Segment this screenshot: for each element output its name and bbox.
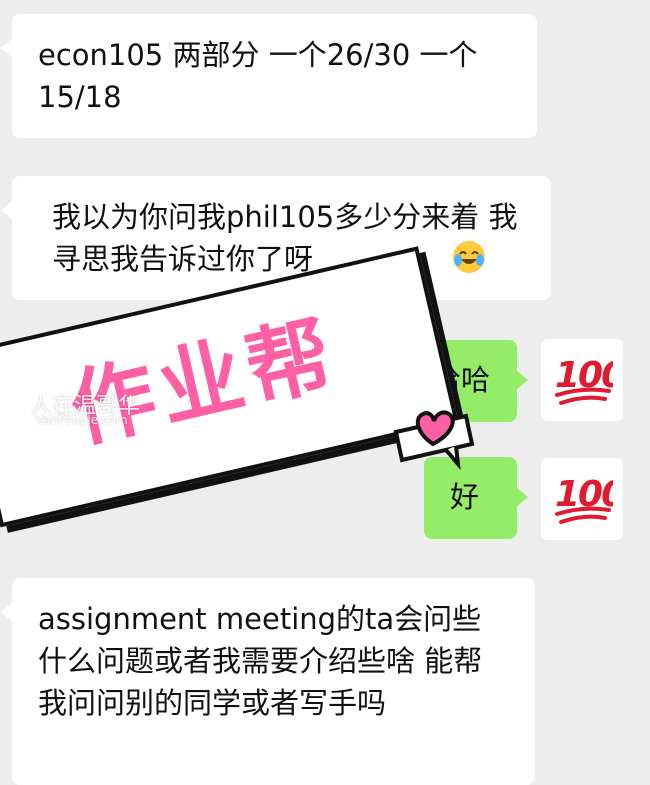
message-text: assignment meeting的ta会问些什么问题或者我需要介绍些啥 能帮… xyxy=(38,602,483,720)
emoji-tile-1: 100 xyxy=(541,339,623,421)
vanpeople-watermark: 人在温哥华 VanPeople.com xyxy=(0,388,170,432)
message-text: 好 xyxy=(450,480,480,514)
laughing-emoji-icon xyxy=(453,241,485,273)
emoji-tile-2: 100 xyxy=(541,458,623,540)
hundred-points-icon: 100 xyxy=(555,474,613,524)
watermark-en: VanPeople.com xyxy=(36,413,128,427)
message-text: 我以为你问我phil105多少分来着 我寻思我告诉过你了呀 xyxy=(52,200,518,276)
incoming-message-1[interactable]: econ105 两部分 一个26/30 一个15/18 xyxy=(1,14,537,138)
hundred-points-icon: 100 xyxy=(555,355,613,405)
sticker-title: 作业帮 xyxy=(61,303,347,460)
message-text: econ105 两部分 一个26/30 一个15/18 xyxy=(38,38,478,114)
heart-icon xyxy=(393,410,475,471)
watermark-logo-icon xyxy=(5,394,25,424)
incoming-message-3[interactable]: assignment meeting的ta会问些什么问题或者我需要介绍些啥 能帮… xyxy=(1,578,535,785)
